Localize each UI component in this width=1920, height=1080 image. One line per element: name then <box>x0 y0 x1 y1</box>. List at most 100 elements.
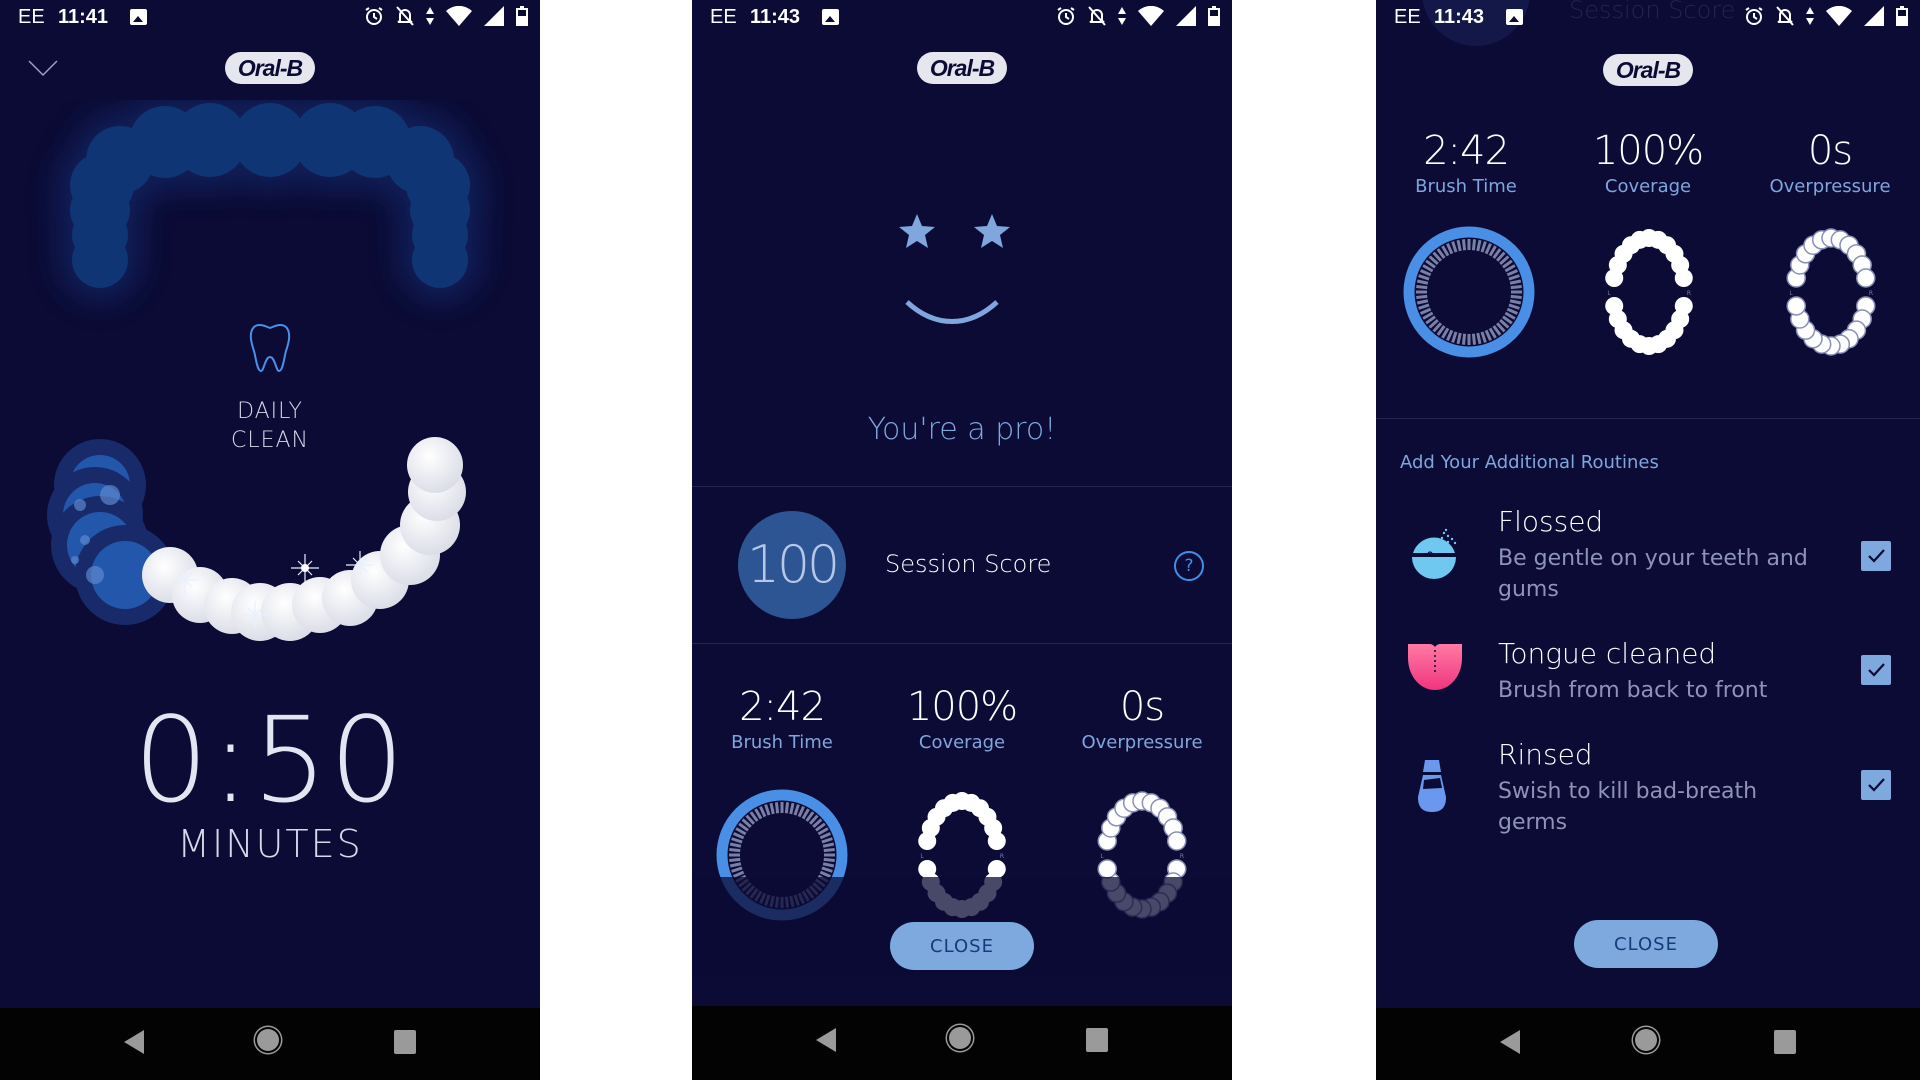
alarm-icon <box>365 7 383 25</box>
stat-label: Coverage <box>1604 176 1692 197</box>
sparkle-dot <box>301 564 309 572</box>
routine-checkbox[interactable] <box>1861 655 1891 685</box>
jaw-left-label: L <box>920 853 924 860</box>
routine-checkbox[interactable] <box>1861 770 1891 800</box>
back-icon[interactable] <box>124 1030 144 1054</box>
clock: 11:41 <box>58 6 109 28</box>
recents-icon[interactable] <box>1774 1030 1796 1054</box>
ring-tick <box>732 870 745 878</box>
android-nav-bar <box>0 1008 540 1080</box>
stat-value: 2:42 <box>1423 128 1510 174</box>
routine-title: Flossed <box>1498 505 1604 538</box>
ring-tick <box>1416 279 1429 285</box>
status-bar: EE 11:43 <box>692 0 1232 38</box>
routines-section-title: Add Your Additional Routines <box>1400 452 1659 473</box>
image-notification-icon <box>130 9 147 25</box>
checkmark-icon <box>1868 549 1885 563</box>
recents-icon[interactable] <box>394 1030 416 1054</box>
checkmark-icon <box>1868 663 1885 677</box>
wifi-icon <box>1826 6 1852 26</box>
stat-value: 100% <box>906 684 1018 730</box>
data-activity-icon <box>1806 7 1814 25</box>
stat-label: Coverage <box>918 732 1006 753</box>
star-left-icon <box>899 214 935 248</box>
ring-tick <box>1476 239 1482 252</box>
ring-tick <box>1471 239 1477 251</box>
mouthwash-icon <box>1418 760 1446 812</box>
ring-tick <box>1509 279 1522 285</box>
ring-tick <box>1510 294 1522 300</box>
score-label: Session Score <box>885 550 1052 578</box>
divider <box>692 643 1232 644</box>
ring-tick <box>731 866 743 873</box>
ring-tick <box>821 837 833 844</box>
battery-icon <box>516 6 528 26</box>
close-button[interactable]: CLOSE <box>1574 920 1718 968</box>
routine-checkbox[interactable] <box>1861 541 1891 571</box>
chevron-down-icon[interactable] <box>28 58 58 78</box>
cell-signal-icon <box>1864 6 1884 26</box>
battery-icon <box>1896 6 1908 26</box>
ring-tick <box>1484 329 1492 342</box>
pressure-tooth <box>1856 268 1876 288</box>
stat-label: Overpressure <box>1081 732 1203 753</box>
brushing-jaw-visual <box>47 100 484 641</box>
close-button[interactable]: CLOSE <box>890 922 1034 970</box>
home-icon[interactable] <box>1635 1029 1657 1051</box>
jaw-left-label: L <box>1607 290 1611 297</box>
ring-tick <box>1506 269 1519 277</box>
back-icon[interactable] <box>816 1028 836 1052</box>
ring-tick <box>823 857 835 863</box>
star-right-icon <box>974 214 1010 248</box>
coverage-tooth <box>987 832 1006 851</box>
divider <box>1376 418 1920 419</box>
clock: 11:43 <box>750 6 801 28</box>
stat-overpressure: 0s Overpressure <box>1052 684 1232 753</box>
brushing-screen: EE 11:41 Oral-B DAILY CLEAN 0:50 MINUTES <box>0 0 540 1080</box>
stat-value: 0s <box>1807 128 1853 174</box>
brushing-timer: 0:50 <box>133 691 407 829</box>
oral-b-logo: Oral-B <box>917 52 1007 84</box>
ring-tick <box>1480 241 1487 253</box>
ring-tick <box>1476 332 1482 345</box>
android-nav-bar <box>1376 1008 1920 1080</box>
stat-overpressure: 0s Overpressure <box>1740 128 1920 197</box>
ring-tick <box>729 847 741 853</box>
home-icon[interactable] <box>949 1027 971 1049</box>
oral-b-logo: Oral-B <box>225 52 315 84</box>
bubble <box>100 485 120 505</box>
result-message: You're a pro! <box>867 412 1057 447</box>
routine-subtitle: Brush from back to front <box>1498 678 1768 703</box>
home-icon[interactable] <box>257 1029 279 1051</box>
bubble <box>71 556 79 564</box>
ring-tick <box>784 802 790 814</box>
oral-b-logo: Oral-B <box>1603 54 1693 86</box>
notifications-off-icon <box>1776 6 1794 26</box>
help-icon[interactable]: ? <box>1174 551 1204 581</box>
back-icon[interactable] <box>1500 1030 1520 1054</box>
upper-tooth <box>72 232 128 288</box>
stat-value: 0s <box>1119 684 1165 730</box>
ring-tick <box>764 804 771 816</box>
carrier-label: EE <box>1394 6 1421 28</box>
alarm-icon <box>1745 7 1763 25</box>
data-activity-icon <box>426 7 434 25</box>
timer-unit: MINUTES <box>177 822 363 866</box>
ring-tick <box>1461 333 1467 345</box>
cell-signal-icon <box>484 6 504 26</box>
bubble <box>74 499 86 511</box>
ring-tick <box>1446 242 1454 255</box>
tongue-icon <box>1408 644 1462 690</box>
ring-tick <box>1451 241 1458 253</box>
session-summary-screen: EE 11:43 Oral-B You're a pro! 100 Sessio… <box>692 0 1232 1080</box>
ring-tick <box>1418 303 1430 310</box>
jaw-right-label: R <box>1687 290 1691 297</box>
mode-label-line1: DAILY <box>237 399 303 424</box>
notifications-off-icon <box>396 6 414 26</box>
ring-tick <box>1508 274 1520 281</box>
status-bar: EE 11:41 <box>0 0 540 38</box>
ring-tick <box>1416 284 1428 290</box>
ring-tick <box>1510 284 1522 290</box>
recents-icon[interactable] <box>1086 1028 1108 1052</box>
ring-tick <box>819 832 832 840</box>
